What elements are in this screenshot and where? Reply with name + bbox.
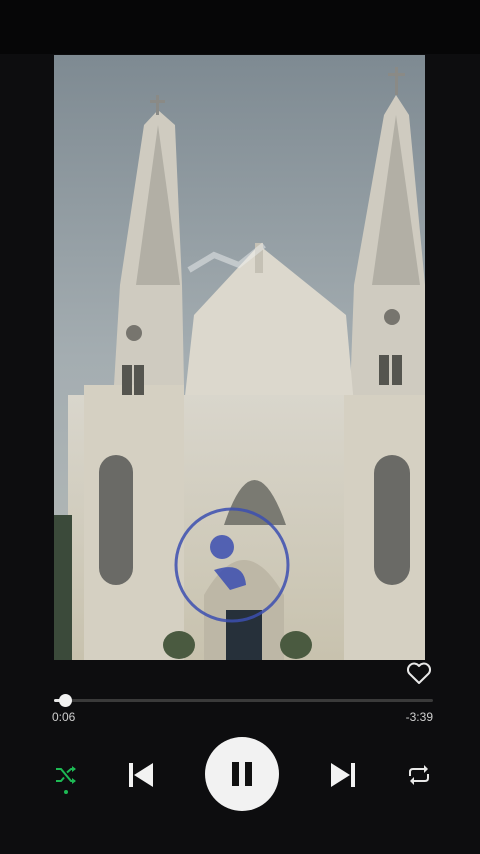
elapsed-time: 0:06 bbox=[52, 710, 76, 724]
shuffle-icon bbox=[56, 766, 76, 784]
album-artwork bbox=[54, 55, 425, 660]
pause-button[interactable] bbox=[205, 737, 279, 811]
remaining-time: -3:39 bbox=[405, 710, 433, 724]
pause-icon bbox=[232, 762, 252, 786]
progress-knob[interactable] bbox=[59, 694, 73, 707]
progress-bar[interactable] bbox=[54, 694, 433, 707]
skip-previous-icon bbox=[129, 763, 153, 787]
previous-button[interactable] bbox=[122, 756, 160, 794]
repeat-icon bbox=[409, 765, 429, 785]
top-bar bbox=[0, 0, 480, 54]
like-button[interactable] bbox=[403, 658, 435, 688]
next-button[interactable] bbox=[324, 756, 362, 794]
shuffle-active-indicator bbox=[64, 790, 68, 794]
shuffle-button[interactable] bbox=[50, 758, 82, 794]
heart-outline-icon bbox=[406, 662, 432, 684]
repeat-button[interactable] bbox=[402, 758, 436, 792]
skip-next-icon bbox=[331, 763, 355, 787]
